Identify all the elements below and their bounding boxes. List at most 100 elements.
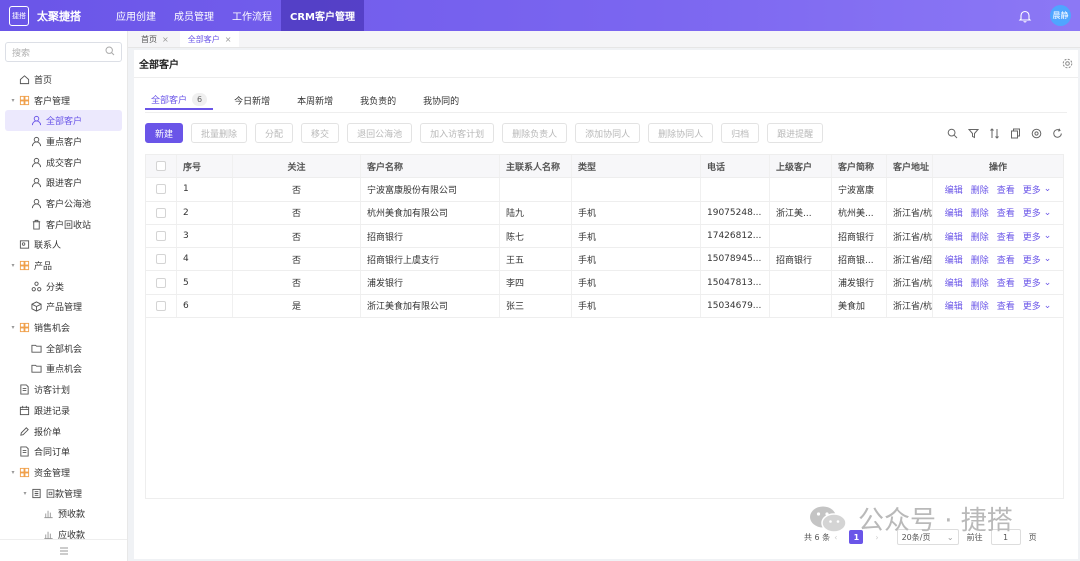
sidebar-item[interactable]: 预收款 <box>0 503 127 524</box>
sidebar-item[interactable]: ▾ 销售机会 <box>0 317 127 338</box>
table-row[interactable]: 6 是浙江美食加有限公司 张三 手机 15034679... 美食加 浙江省/杭 编辑 删除 查看… <box>146 294 1063 319</box>
filter-icon[interactable] <box>968 128 979 139</box>
edit-link[interactable]: 编辑 <box>945 230 963 243</box>
table-row[interactable]: 2 否杭州美食加有限公司 陆九 手机 19075248... 浙江美... 杭州美... 浙江… <box>146 201 1063 225</box>
select-all-checkbox[interactable] <box>146 155 177 178</box>
sidebar-item[interactable]: 客户回收站 <box>0 214 127 235</box>
menu-icon[interactable] <box>0 539 127 561</box>
close-icon[interactable]: × <box>162 35 169 44</box>
more-link[interactable]: 更多 <box>1023 183 1041 196</box>
column-header[interactable]: 主联系人名称 <box>500 155 572 178</box>
refresh-icon[interactable] <box>1052 128 1063 139</box>
app-logo[interactable]: 捷搭 <box>9 5 29 26</box>
follow-up-reminder-button[interactable]: 跟进提醒 <box>767 123 824 143</box>
column-header[interactable]: 电话 <box>701 155 770 178</box>
bell-icon[interactable] <box>1018 9 1032 23</box>
column-header[interactable]: 客户地址 <box>887 155 933 178</box>
transfer-button[interactable]: 移交 <box>301 123 340 143</box>
subtab-collaborating[interactable]: 我协同的 <box>417 90 465 110</box>
add-visit-plan-button[interactable]: 加入访客计划 <box>420 123 495 143</box>
sidebar-item[interactable]: 首页 <box>0 69 127 90</box>
chevron-down-icon[interactable]: ⌄ <box>1044 231 1052 241</box>
delete-link[interactable]: 删除 <box>971 206 989 219</box>
caret-down-icon[interactable]: ▾ <box>8 324 18 331</box>
edit-link[interactable]: 编辑 <box>945 183 963 196</box>
row-checkbox[interactable] <box>146 201 177 224</box>
row-checkbox[interactable] <box>146 271 177 294</box>
view-link[interactable]: 查看 <box>997 253 1015 266</box>
column-header[interactable]: 序号 <box>177 155 233 178</box>
add-collaborator-button[interactable]: 添加协同人 <box>575 123 641 143</box>
remove-collaborator-button[interactable]: 删除协同人 <box>648 123 714 143</box>
delete-link[interactable]: 删除 <box>971 253 989 266</box>
table-row[interactable]: 4 否招商银行上虞支行 王五 手机 15078945... 招商银行 招商银... 浙江省/绍… <box>146 248 1063 272</box>
subtab-mine[interactable]: 我负责的 <box>354 90 402 110</box>
sidebar-item[interactable]: 全部机会 <box>0 338 127 359</box>
edit-link[interactable]: 编辑 <box>945 253 963 266</box>
sidebar-item[interactable]: 成交客户 <box>0 152 127 173</box>
more-link[interactable]: 更多 <box>1023 253 1041 266</box>
caret-down-icon[interactable]: ▾ <box>8 97 18 104</box>
more-link[interactable]: 更多 <box>1023 276 1041 289</box>
top-nav-item-crm[interactable]: CRM客户管理 <box>281 0 364 31</box>
sidebar-item[interactable]: 跟进记录 <box>0 400 127 421</box>
sidebar-item[interactable]: 客户公海池 <box>0 193 127 214</box>
sidebar-item[interactable]: ▾ 产品 <box>0 255 127 276</box>
sidebar-item[interactable]: 全部客户 <box>5 110 122 132</box>
row-checkbox[interactable] <box>146 178 177 201</box>
search-input[interactable]: 搜索 <box>5 42 122 62</box>
caret-down-icon[interactable]: ▾ <box>20 490 30 497</box>
sidebar-item[interactable]: ▾ 资金管理 <box>0 462 127 483</box>
sidebar-item[interactable]: 分类 <box>0 276 127 297</box>
copy-icon[interactable] <box>1010 128 1021 139</box>
sort-icon[interactable] <box>989 128 1000 139</box>
batch-delete-button[interactable]: 批量删除 <box>191 123 248 143</box>
archive-button[interactable]: 归档 <box>721 123 760 143</box>
row-checkbox[interactable] <box>146 294 177 318</box>
sidebar-item[interactable]: ▾ 客户管理 <box>0 90 127 111</box>
column-header[interactable]: 客户名称 <box>361 155 500 178</box>
edit-link[interactable]: 编辑 <box>945 206 963 219</box>
sidebar-item[interactable]: 合同订单 <box>0 441 127 462</box>
row-checkbox[interactable] <box>146 224 177 248</box>
more-link[interactable]: 更多 <box>1023 299 1041 312</box>
view-link[interactable]: 查看 <box>997 299 1015 312</box>
edit-link[interactable]: 编辑 <box>945 299 963 312</box>
view-link[interactable]: 查看 <box>997 206 1015 219</box>
more-link[interactable]: 更多 <box>1023 230 1041 243</box>
column-header[interactable]: 客户简称 <box>832 155 887 178</box>
table-row[interactable]: 1 否宁波富康股份有限公司 宁波富康 编辑 删除 查看 更多 ⌄ <box>146 178 1063 202</box>
column-header[interactable]: 关注 <box>233 155 361 178</box>
column-header[interactable]: 类型 <box>572 155 701 178</box>
subtab-this-week[interactable]: 本周新增 <box>291 90 339 110</box>
sidebar-item[interactable]: 产品管理 <box>0 297 127 318</box>
table-row[interactable]: 3 否招商银行 陈七 手机 17426812... 招商银行 浙江省/杭 编辑 删除 查看 更多 ⌄ <box>146 224 1063 249</box>
chevron-down-icon[interactable]: ⌄ <box>1044 208 1052 218</box>
chevron-down-icon[interactable]: ⌄ <box>1044 254 1052 264</box>
column-header[interactable]: 上级客户 <box>770 155 832 178</box>
sidebar-item[interactable]: 重点机会 <box>0 359 127 380</box>
view-link[interactable]: 查看 <box>997 276 1015 289</box>
sidebar-item[interactable]: 联系人 <box>0 235 127 256</box>
close-icon[interactable]: × <box>225 35 232 44</box>
sidebar-item[interactable]: ▾ 回款管理 <box>0 483 127 504</box>
settings-icon[interactable] <box>1031 128 1042 139</box>
view-link[interactable]: 查看 <box>997 183 1015 196</box>
gear-icon[interactable] <box>1062 58 1073 69</box>
chevron-down-icon[interactable]: ⌄ <box>1044 184 1052 194</box>
more-link[interactable]: 更多 <box>1023 206 1041 219</box>
delete-link[interactable]: 删除 <box>971 276 989 289</box>
top-nav-item-apps[interactable]: 应用创建 <box>107 0 165 31</box>
assign-button[interactable]: 分配 <box>255 123 294 143</box>
sidebar-item[interactable]: 访客计划 <box>0 379 127 400</box>
new-button[interactable]: 新建 <box>145 123 184 143</box>
top-nav-item-workflow[interactable]: 工作流程 <box>223 0 281 31</box>
row-checkbox[interactable] <box>146 248 177 271</box>
edit-link[interactable]: 编辑 <box>945 276 963 289</box>
table-row[interactable]: 5 否浦发银行 李四 手机 15047813... 浦发银行 浙江省/杭 编辑 删除 查看 更多 ⌄ <box>146 271 1063 295</box>
subtab-today[interactable]: 今日新增 <box>228 90 276 110</box>
chevron-down-icon[interactable]: ⌄ <box>1044 301 1052 311</box>
caret-down-icon[interactable]: ▾ <box>8 262 18 269</box>
top-nav-item-members[interactable]: 成员管理 <box>165 0 223 31</box>
search-icon[interactable] <box>947 128 958 139</box>
